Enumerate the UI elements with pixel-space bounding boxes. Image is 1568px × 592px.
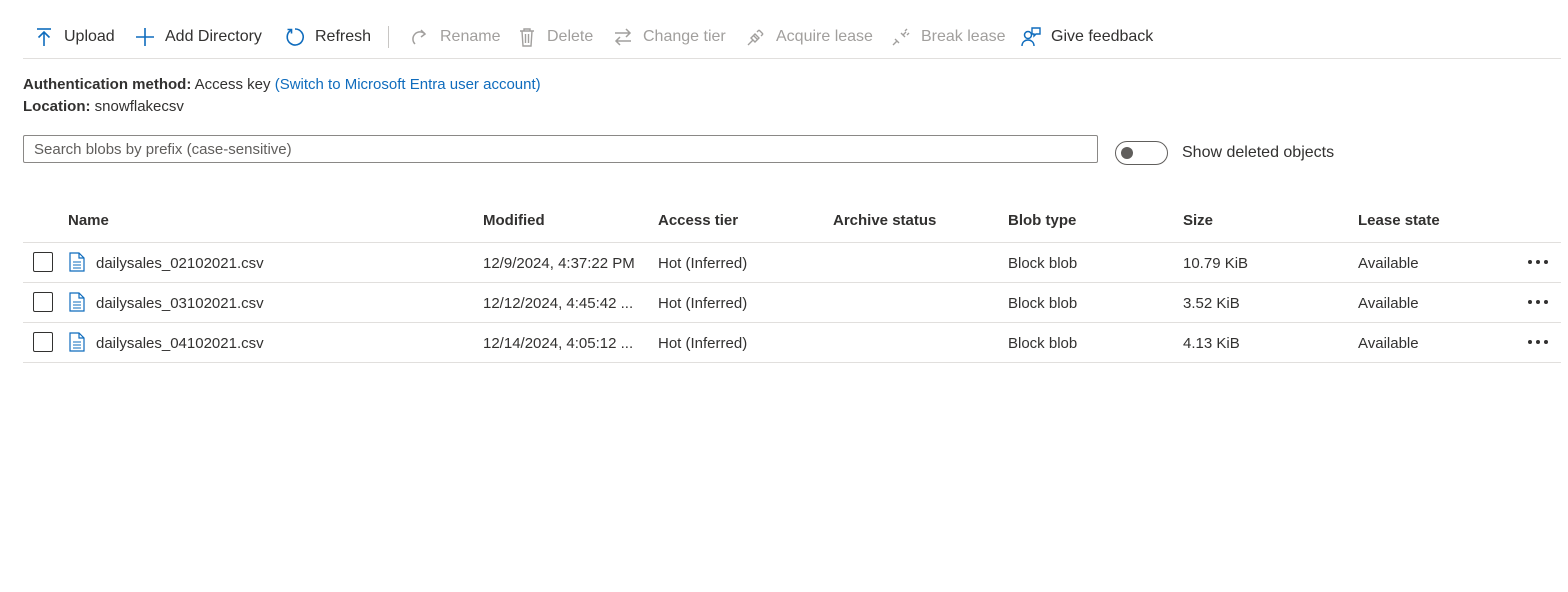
table-row[interactable]: dailysales_03102021.csv 12/12/2024, 4:45…	[23, 283, 1561, 323]
column-header-modified[interactable]: Modified	[483, 212, 545, 229]
refresh-label: Refresh	[315, 28, 372, 45]
feedback-icon	[1020, 26, 1042, 48]
change-tier-button[interactable]: Change tier	[612, 18, 726, 56]
column-header-name[interactable]: Name	[68, 212, 109, 229]
add-directory-label: Add Directory	[165, 28, 262, 45]
row-lease-state: Available	[1358, 335, 1419, 352]
file-icon	[69, 292, 85, 312]
row-name[interactable]: dailysales_02102021.csv	[96, 255, 264, 272]
row-lease-state: Available	[1358, 255, 1419, 272]
swap-arrows-icon	[612, 26, 634, 48]
table-row[interactable]: dailysales_04102021.csv 12/14/2024, 4:05…	[23, 323, 1561, 363]
row-blob-type: Block blob	[1008, 295, 1078, 312]
switch-auth-link[interactable]: (Switch to Microsoft Entra user account)	[275, 76, 541, 93]
more-actions-button[interactable]	[1523, 288, 1553, 316]
column-header-size[interactable]: Size	[1183, 212, 1213, 229]
show-deleted-label: Show deleted objects	[1182, 144, 1335, 161]
rename-icon	[409, 26, 431, 48]
row-modified: 12/12/2024, 4:45:42 ...	[483, 295, 634, 312]
auth-method-label: Authentication method:	[23, 76, 192, 93]
row-name[interactable]: dailysales_04102021.csv	[96, 335, 264, 352]
file-icon	[69, 332, 85, 352]
give-feedback-label: Give feedback	[1051, 28, 1154, 45]
add-directory-button[interactable]: Add Directory	[134, 18, 262, 56]
delete-label: Delete	[547, 28, 594, 45]
trash-icon	[516, 26, 538, 48]
row-access-tier: Hot (Inferred)	[658, 295, 748, 312]
table-header: Name Modified Access tier Archive status…	[23, 200, 1561, 243]
row-access-tier: Hot (Inferred)	[658, 255, 748, 272]
break-lease-label: Break lease	[921, 28, 1006, 45]
upload-label: Upload	[64, 28, 115, 45]
blob-table: Name Modified Access tier Archive status…	[23, 200, 1561, 363]
unplug-icon	[890, 26, 912, 48]
plug-icon	[745, 26, 767, 48]
command-bar: Upload Add Directory Refresh Rename Dele…	[23, 18, 1561, 59]
row-checkbox[interactable]	[33, 332, 53, 352]
row-modified: 12/14/2024, 4:05:12 ...	[483, 335, 634, 352]
auth-method-line: Authentication method: Access key (Switc…	[23, 76, 541, 93]
row-size: 3.52 KiB	[1183, 295, 1240, 312]
ellipsis-icon	[1528, 300, 1548, 304]
column-header-lease-state[interactable]: Lease state	[1358, 212, 1440, 229]
break-lease-button[interactable]: Break lease	[890, 18, 1006, 56]
rename-button[interactable]: Rename	[409, 18, 500, 56]
row-size: 10.79 KiB	[1183, 255, 1249, 272]
location-label: Location:	[23, 98, 91, 115]
rename-label: Rename	[440, 28, 501, 45]
more-actions-button[interactable]	[1523, 328, 1553, 356]
file-icon	[69, 252, 85, 272]
refresh-icon	[284, 26, 306, 48]
location-value: snowflakecsv	[94, 98, 184, 115]
column-header-archive-status[interactable]: Archive status	[833, 212, 936, 229]
give-feedback-button[interactable]: Give feedback	[1020, 18, 1153, 56]
row-blob-type: Block blob	[1008, 255, 1078, 272]
row-size: 4.13 KiB	[1183, 335, 1240, 352]
auth-method-value: Access key	[194, 76, 271, 93]
acquire-lease-label: Acquire lease	[776, 28, 873, 45]
acquire-lease-button[interactable]: Acquire lease	[745, 18, 873, 56]
search-input[interactable]	[23, 135, 1098, 163]
location-line: Location: snowflakecsv	[23, 98, 184, 115]
ellipsis-icon	[1528, 260, 1548, 264]
more-actions-button[interactable]	[1523, 248, 1553, 276]
toggle-knob	[1121, 147, 1133, 159]
row-checkbox[interactable]	[33, 252, 53, 272]
row-name[interactable]: dailysales_03102021.csv	[96, 295, 264, 312]
delete-button[interactable]: Delete	[516, 18, 593, 56]
row-blob-type: Block blob	[1008, 335, 1078, 352]
toolbar-divider	[388, 26, 389, 48]
column-header-access-tier[interactable]: Access tier	[658, 212, 738, 229]
row-checkbox[interactable]	[33, 292, 53, 312]
table-row[interactable]: dailysales_02102021.csv 12/9/2024, 4:37:…	[23, 243, 1561, 283]
upload-button[interactable]: Upload	[33, 18, 115, 56]
plus-icon	[134, 26, 156, 48]
ellipsis-icon	[1528, 340, 1548, 344]
change-tier-label: Change tier	[643, 28, 726, 45]
show-deleted-toggle[interactable]	[1115, 141, 1168, 165]
row-lease-state: Available	[1358, 295, 1419, 312]
row-access-tier: Hot (Inferred)	[658, 335, 748, 352]
refresh-button[interactable]: Refresh	[284, 18, 371, 56]
row-modified: 12/9/2024, 4:37:22 PM	[483, 255, 635, 272]
upload-icon	[33, 26, 55, 48]
column-header-blob-type[interactable]: Blob type	[1008, 212, 1076, 229]
